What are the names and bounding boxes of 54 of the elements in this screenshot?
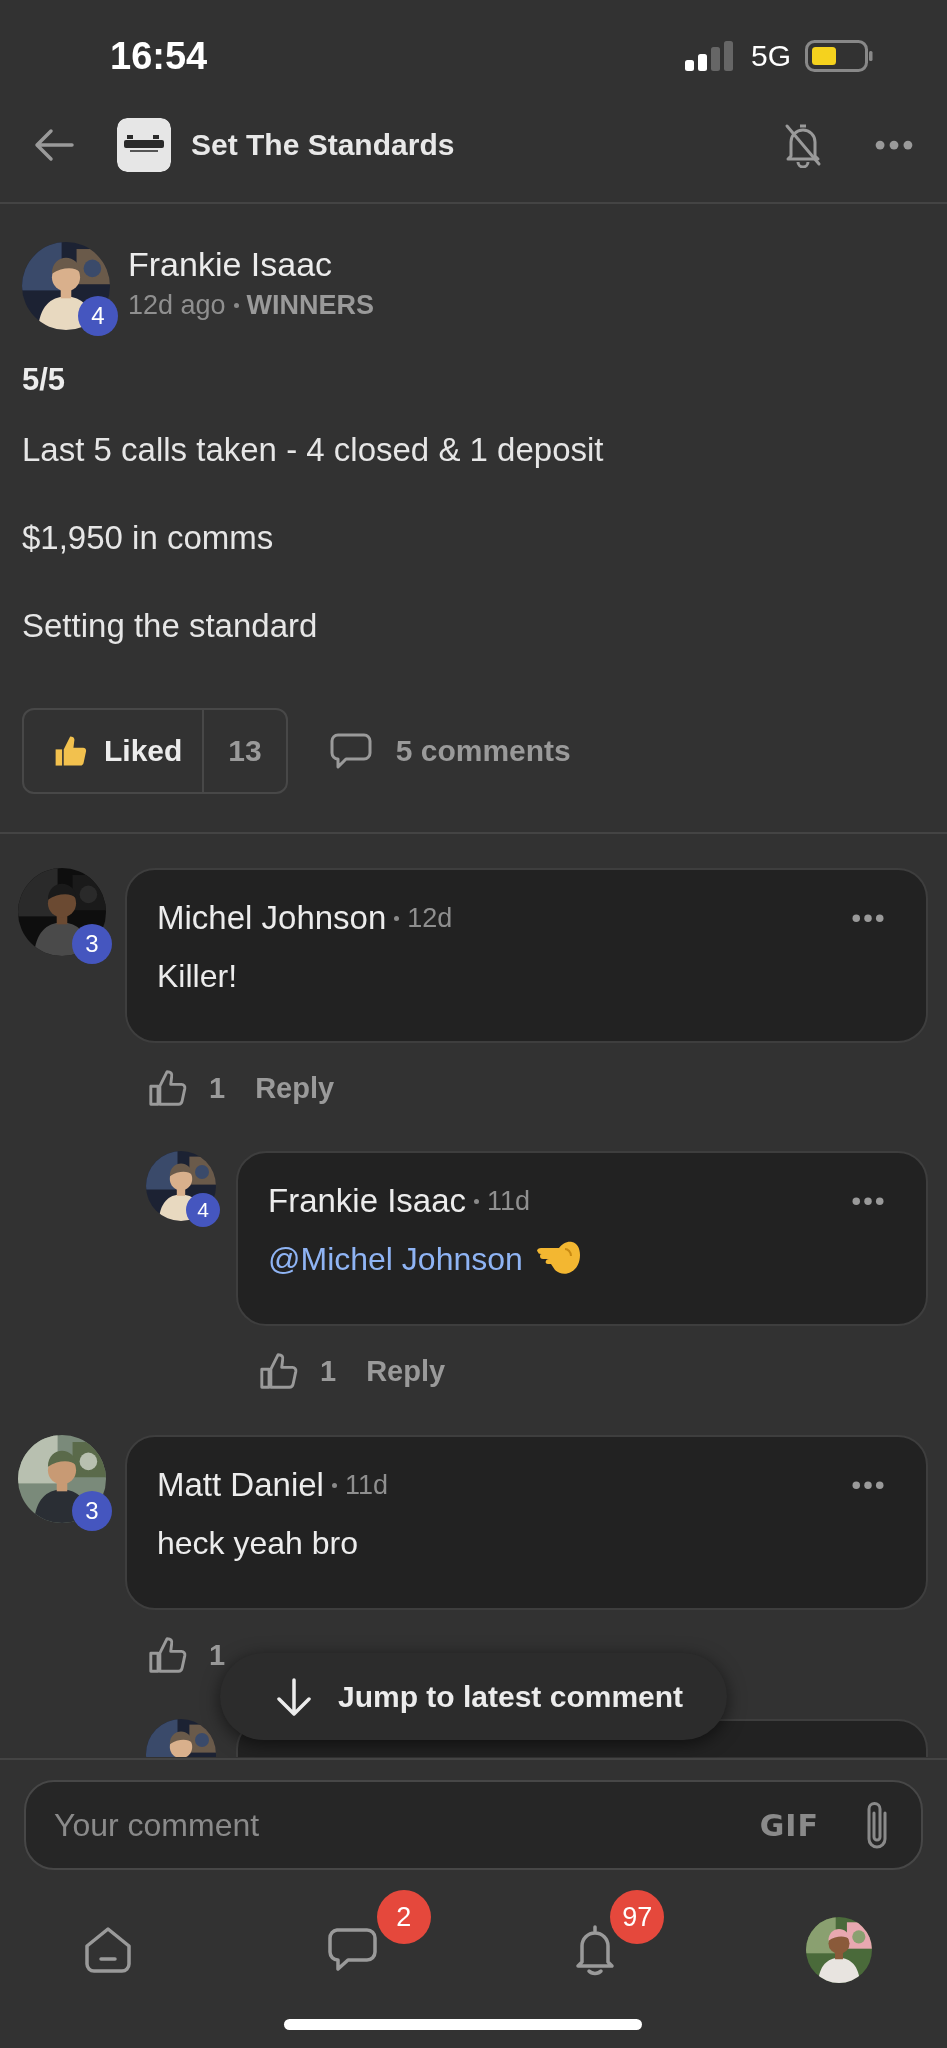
- comment-text: heck yeah bro: [157, 1524, 358, 1563]
- post-title: 5/5: [22, 362, 67, 398]
- commenter-name[interactable]: Matt Daniel: [157, 1466, 324, 1504]
- speech-bubble-icon: [329, 732, 372, 770]
- notification-badge: 2: [376, 1890, 431, 1944]
- mention-link[interactable]: @Michel Johnson: [268, 1237, 523, 1281]
- gif-button[interactable]: GIF: [759, 1807, 819, 1843]
- like-button[interactable]: [149, 1636, 187, 1674]
- comment-text: Killer!: [157, 957, 237, 996]
- post-text: Setting the standard: [22, 606, 319, 646]
- level-badge: 4: [186, 1193, 220, 1227]
- like-count: 13: [227, 733, 263, 769]
- network-label: 5G: [750, 38, 791, 73]
- separator-dot: [394, 915, 400, 921]
- separator-dot: [233, 303, 239, 308]
- group-title: Set The Standards: [191, 128, 456, 162]
- more-icon[interactable]: [852, 1481, 884, 1490]
- like-count: 1: [209, 1071, 226, 1105]
- more-icon[interactable]: [875, 139, 913, 151]
- separator-dot: [474, 1198, 480, 1204]
- level-badge: 3: [72, 1491, 112, 1531]
- post-time: 12d ago: [128, 290, 226, 321]
- notification-badge: 97: [610, 1890, 665, 1944]
- back-button[interactable]: [34, 128, 74, 162]
- post-text: Last 5 calls taken - 4 closed & 1 deposit: [22, 430, 605, 470]
- like-button[interactable]: [260, 1352, 298, 1390]
- commenter-name[interactable]: Frankie Isaac: [268, 1182, 467, 1220]
- more-icon[interactable]: [852, 1197, 884, 1206]
- comment-time: 11d: [344, 1469, 388, 1501]
- reply-button[interactable]: Reply: [366, 1354, 446, 1388]
- comment-field[interactable]: Your comment GIF: [24, 1780, 923, 1870]
- bell-muted-icon[interactable]: [783, 122, 823, 168]
- comments-button[interactable]: 5 comments: [329, 732, 571, 770]
- more-icon[interactable]: [852, 914, 884, 923]
- comment-time: 11d: [487, 1185, 531, 1217]
- like-button[interactable]: Liked: [24, 710, 205, 792]
- home-icon[interactable]: [83, 1926, 133, 1974]
- signal-icon: [684, 41, 735, 71]
- status-time: 16:54: [110, 33, 209, 78]
- separator-dot: [331, 1482, 337, 1488]
- author-name[interactable]: Frankie Isaac: [128, 244, 375, 284]
- reply-button[interactable]: Reply: [255, 1071, 335, 1105]
- post-text: $1,950 in comms: [22, 518, 275, 558]
- like-button[interactable]: [149, 1069, 187, 1107]
- level-badge: 3: [72, 924, 112, 964]
- like-count: 1: [320, 1354, 337, 1388]
- commenter-name[interactable]: Michel Johnson: [157, 899, 387, 937]
- battery-icon: [805, 40, 873, 72]
- category-link[interactable]: WINNERS: [246, 290, 375, 321]
- chat-icon[interactable]: [326, 1927, 377, 1973]
- bell-icon[interactable]: [574, 1924, 617, 1976]
- comment-time: 12d: [407, 902, 453, 934]
- level-badge: 4: [78, 296, 118, 336]
- arrow-down-icon: [276, 1677, 312, 1716]
